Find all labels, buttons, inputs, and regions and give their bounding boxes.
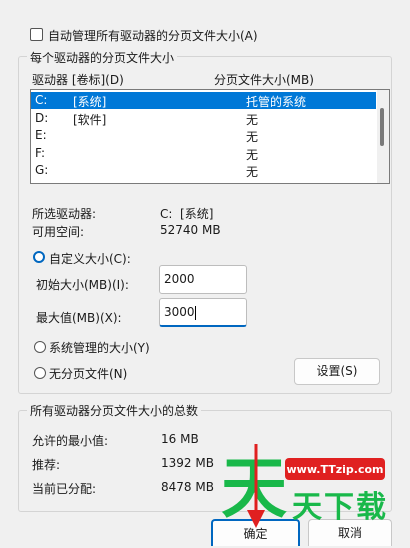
drive-size: 无 [246, 165, 259, 179]
watermark-text: 天下载 [292, 490, 388, 525]
min-allowed-value: 16 MB [161, 432, 199, 446]
watermark-url: www.TTzip.com [286, 463, 384, 476]
drive-row-e[interactable]: E: 无 [31, 127, 376, 144]
max-size-input[interactable]: 3000 [159, 298, 247, 327]
drive-label: [软件] [73, 113, 107, 127]
drive-letter: G: [35, 163, 49, 177]
max-size-label: 最大值(MB)(X): [36, 311, 122, 325]
selected-drive-label: 所选驱动器: [32, 207, 97, 221]
watermark-url-badge: www.TTzip.com [285, 458, 385, 480]
drive-column-header: 驱动器 [卷标](D) [32, 73, 124, 87]
drive-letter: E: [35, 128, 47, 142]
drive-row-f[interactable]: F: 无 [31, 145, 376, 162]
no-paging-label[interactable]: 无分页文件(N) [49, 365, 127, 382]
drive-row-c[interactable]: C: [系统] 托管的系统 [31, 92, 376, 109]
drive-letter: D: [35, 111, 49, 125]
drive-row-g[interactable]: G: 无 [31, 162, 376, 179]
selected-drive-value: C: [系统] [160, 207, 214, 221]
drive-size: 无 [246, 130, 259, 144]
drive-letter: C: [35, 93, 48, 107]
scrollbar-thumb[interactable] [380, 108, 384, 146]
drive-size: 无 [246, 113, 259, 127]
initial-size-value: 2000 [164, 272, 195, 286]
no-paging-radio[interactable] [34, 367, 46, 379]
drive-list-scrollbar[interactable] [377, 90, 389, 183]
total-group-title: 所有驱动器分页文件大小的总数 [27, 402, 202, 419]
custom-size-radio[interactable] [33, 251, 45, 263]
set-button[interactable]: 设置(S) [294, 358, 380, 385]
initial-size-input[interactable]: 2000 [159, 265, 247, 294]
recommended-label: 推荐: [32, 458, 61, 472]
auto-manage-label[interactable]: 自动管理所有驱动器的分页文件大小(A) [48, 27, 258, 44]
drive-size: 托管的系统 [246, 95, 307, 109]
size-column-header: 分页文件大小(MB) [214, 73, 314, 87]
per-drive-group-title: 每个驱动器的分页文件大小 [27, 49, 178, 66]
drive-row-d[interactable]: D: [软件] 无 [31, 110, 376, 127]
text-cursor [194, 305, 196, 320]
initial-size-label: 初始大小(MB)(I): [36, 278, 129, 292]
drive-letter: F: [35, 146, 46, 160]
arrow-down-icon [247, 444, 265, 528]
max-size-value: 3000 [164, 305, 195, 319]
free-space-label: 可用空间: [32, 225, 85, 239]
drive-label: [系统] [73, 95, 107, 109]
custom-size-label[interactable]: 自定义大小(C): [49, 250, 131, 267]
recommended-value: 1392 MB [161, 456, 214, 470]
free-space-value: 52740 MB [160, 223, 221, 237]
drive-list[interactable]: C: [系统] 托管的系统 D: [软件] 无 E: 无 F: 无 G: 无 [30, 89, 390, 184]
min-allowed-label: 允许的最小值: [32, 434, 109, 448]
system-managed-label[interactable]: 系统管理的大小(Y) [49, 339, 150, 356]
auto-manage-checkbox[interactable] [30, 28, 43, 41]
system-managed-radio[interactable] [34, 341, 46, 353]
drive-size: 无 [246, 148, 259, 162]
allocated-value: 8478 MB [161, 480, 214, 494]
allocated-label: 当前已分配: [32, 482, 97, 496]
